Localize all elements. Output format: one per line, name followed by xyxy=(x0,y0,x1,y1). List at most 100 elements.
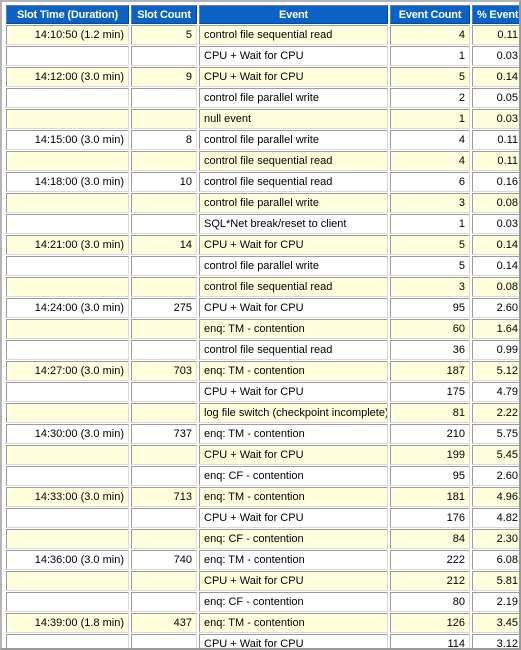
slot-time-event-table: Slot Time (Duration) Slot Count Event Ev… xyxy=(4,4,519,648)
cell-event-count: 1 xyxy=(390,214,470,234)
table-row: 14:39:00 (1.8 min) 437 enq: TM - contentio… xyxy=(6,613,519,633)
cell-slot-time: 14:10:50 (1.2 min) xyxy=(6,25,129,45)
cell-slot-count xyxy=(131,529,197,549)
cell-slot-time xyxy=(6,319,129,339)
cell-slot-count: 8 xyxy=(131,130,197,150)
cell-slot-count xyxy=(131,445,197,465)
table-row: log file switch (checkpoint incomplete) 8… xyxy=(6,403,519,423)
cell-pct-event: 2.22 xyxy=(472,403,519,423)
table-row: 14:27:00 (3.0 min) 703 enq: TM - contentio… xyxy=(6,361,519,381)
cell-slot-time xyxy=(6,445,129,465)
cell-pct-event: 0.03 xyxy=(472,109,519,129)
cell-event-count: 1 xyxy=(390,46,470,66)
table-row: 14:12:00 (3.0 min) 9 CPU + Wait for CPU 5 0.… xyxy=(6,67,519,87)
cell-slot-time: 14:30:00 (3.0 min) xyxy=(6,424,129,444)
cell-event: CPU + Wait for CPU xyxy=(199,298,388,318)
cell-event-count: 175 xyxy=(390,382,470,402)
cell-event: control file sequential read xyxy=(199,340,388,360)
column-header-slot-count[interactable]: Slot Count xyxy=(131,5,197,24)
table-row: control file parallel write 5 0.14 xyxy=(6,256,519,276)
cell-event: enq: TM - contention xyxy=(199,487,388,507)
cell-slot-count xyxy=(131,403,197,423)
cell-event: control file sequential read xyxy=(199,277,388,297)
cell-event-count: 126 xyxy=(390,613,470,633)
cell-slot-count xyxy=(131,340,197,360)
cell-event-count: 81 xyxy=(390,403,470,423)
cell-slot-time xyxy=(6,193,129,213)
cell-event: CPU + Wait for CPU xyxy=(199,46,388,66)
cell-pct-event: 5.75 xyxy=(472,424,519,444)
table-row: 14:30:00 (3.0 min) 737 enq: TM - contentio… xyxy=(6,424,519,444)
cell-pct-event: 0.99 xyxy=(472,340,519,360)
cell-slot-count xyxy=(131,193,197,213)
cell-pct-event: 0.08 xyxy=(472,193,519,213)
cell-event: enq: CF - contention xyxy=(199,466,388,486)
cell-pct-event: 1.64 xyxy=(472,319,519,339)
cell-pct-event: 4.96 xyxy=(472,487,519,507)
cell-event: CPU + Wait for CPU xyxy=(199,382,388,402)
table-header-row: Slot Time (Duration) Slot Count Event Ev… xyxy=(6,5,519,24)
cell-pct-event: 5.12 xyxy=(472,361,519,381)
table-row: 14:10:50 (1.2 min) 5 control file sequenti… xyxy=(6,25,519,45)
cell-slot-count xyxy=(131,46,197,66)
column-header-event[interactable]: Event xyxy=(199,5,388,24)
cell-event-count: 114 xyxy=(390,634,470,648)
cell-event-count: 36 xyxy=(390,340,470,360)
cell-pct-event: 6.08 xyxy=(472,550,519,570)
cell-event: control file parallel write xyxy=(199,193,388,213)
cell-event: enq: TM - contention xyxy=(199,550,388,570)
cell-slot-time: 14:15:00 (3.0 min) xyxy=(6,130,129,150)
cell-event: CPU + Wait for CPU xyxy=(199,445,388,465)
cell-slot-count xyxy=(131,571,197,591)
cell-pct-event: 0.16 xyxy=(472,172,519,192)
cell-slot-time xyxy=(6,571,129,591)
cell-pct-event: 0.03 xyxy=(472,214,519,234)
cell-pct-event: 0.14 xyxy=(472,235,519,255)
table-row: enq: TM - contention 60 1.64 xyxy=(6,319,519,339)
column-header-pct-event[interactable]: % Event xyxy=(472,5,519,24)
cell-event-count: 84 xyxy=(390,529,470,549)
cell-slot-count xyxy=(131,319,197,339)
cell-event: log file switch (checkpoint incomplete) xyxy=(199,403,388,423)
table-row: CPU + Wait for CPU 199 5.45 xyxy=(6,445,519,465)
cell-slot-count: 437 xyxy=(131,613,197,633)
cell-event-count: 212 xyxy=(390,571,470,591)
cell-event-count: 60 xyxy=(390,319,470,339)
cell-slot-count xyxy=(131,277,197,297)
column-header-slot-time[interactable]: Slot Time (Duration) xyxy=(6,5,129,24)
cell-event-count: 2 xyxy=(390,88,470,108)
cell-pct-event: 0.03 xyxy=(472,46,519,66)
cell-pct-event: 5.81 xyxy=(472,571,519,591)
cell-slot-count: 703 xyxy=(131,361,197,381)
cell-event: enq: TM - contention xyxy=(199,613,388,633)
cell-pct-event: 4.79 xyxy=(472,382,519,402)
cell-event-count: 210 xyxy=(390,424,470,444)
cell-pct-event: 0.14 xyxy=(472,256,519,276)
cell-pct-event: 5.45 xyxy=(472,445,519,465)
cell-event-count: 5 xyxy=(390,67,470,87)
column-header-event-count[interactable]: Event Count xyxy=(390,5,470,24)
table-row: enq: CF - contention 84 2.30 xyxy=(6,529,519,549)
cell-event: CPU + Wait for CPU xyxy=(199,508,388,528)
cell-event: enq: TM - contention xyxy=(199,361,388,381)
table-row: control file parallel write 3 0.08 xyxy=(6,193,519,213)
cell-slot-time xyxy=(6,340,129,360)
cell-event-count: 187 xyxy=(390,361,470,381)
cell-event-count: 222 xyxy=(390,550,470,570)
table-header: Slot Time (Duration) Slot Count Event Ev… xyxy=(6,5,519,24)
cell-event: control file sequential read xyxy=(199,25,388,45)
cell-event-count: 5 xyxy=(390,235,470,255)
cell-pct-event: 2.19 xyxy=(472,592,519,612)
table-row: enq: CF - contention 80 2.19 xyxy=(6,592,519,612)
cell-event-count: 4 xyxy=(390,151,470,171)
cell-event: enq: CF - contention xyxy=(199,592,388,612)
cell-pct-event: 3.45 xyxy=(472,613,519,633)
report-frame: Slot Time (Duration) Slot Count Event Ev… xyxy=(0,0,521,650)
cell-pct-event: 0.14 xyxy=(472,67,519,87)
cell-slot-count xyxy=(131,382,197,402)
cell-slot-time xyxy=(6,46,129,66)
cell-slot-count xyxy=(131,508,197,528)
cell-slot-time xyxy=(6,634,129,648)
cell-slot-count: 10 xyxy=(131,172,197,192)
cell-slot-time: 14:21:00 (3.0 min) xyxy=(6,235,129,255)
